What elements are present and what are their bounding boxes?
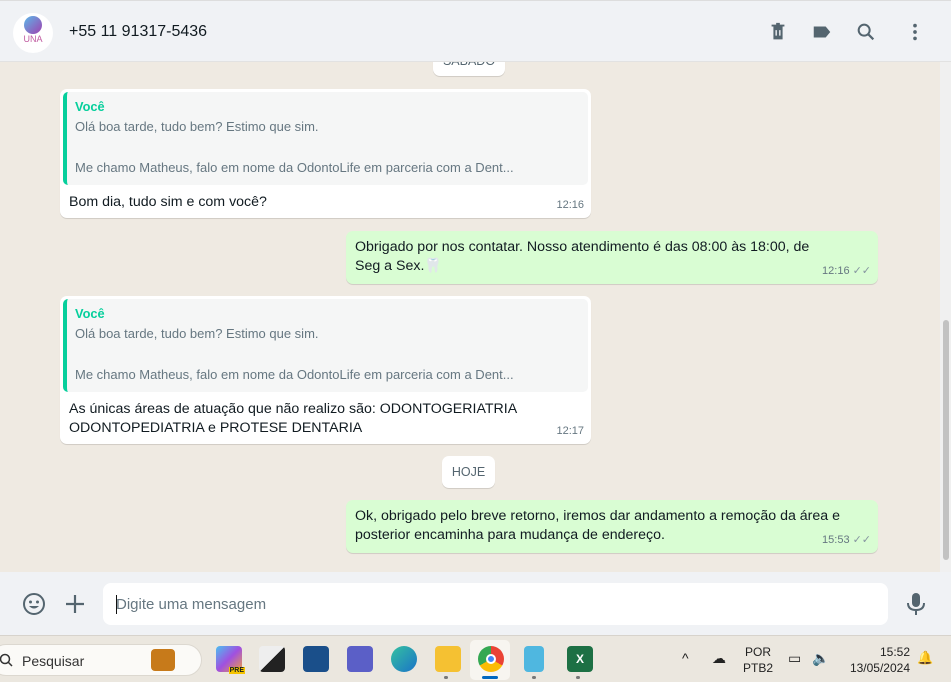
chevron-up-icon[interactable]: ^ <box>682 650 689 666</box>
notification-bell-icon[interactable]: 🔔 <box>917 650 933 666</box>
composer: Digite uma mensagem <box>0 572 951 635</box>
copilot-icon[interactable]: PRE <box>216 646 245 674</box>
double-check-icon: ✓✓ <box>852 534 871 546</box>
day-chip: SÁBADO <box>433 62 505 76</box>
chrome-icon[interactable] <box>478 646 504 672</box>
trash-icon[interactable] <box>767 21 789 43</box>
message-out[interactable]: Obrigado por nos contatar. Nosso atendim… <box>346 231 878 284</box>
edge-icon[interactable] <box>391 646 417 672</box>
language-indicator[interactable]: POR PTB2 <box>743 644 773 676</box>
windows-taskbar: Pesquisar PRE X ^ ☁ POR PTB2 ▭ 🔈 15:52 13/… <box>0 635 951 682</box>
excel-icon[interactable]: X <box>567 646 593 672</box>
menu-icon[interactable] <box>904 21 926 43</box>
emoji-icon[interactable] <box>22 592 46 616</box>
message-input[interactable]: Digite uma mensagem <box>103 583 888 625</box>
message-in[interactable]: Você Olá boa tarde, tudo bem? Estimo que… <box>60 89 591 218</box>
cloud-offline-icon[interactable]: ☁ <box>712 650 726 666</box>
label-icon[interactable] <box>811 21 833 43</box>
task-view-icon[interactable] <box>259 646 285 672</box>
store-icon[interactable] <box>303 646 329 672</box>
double-check-icon: ✓✓ <box>852 265 871 277</box>
message-in[interactable]: Você Olá boa tarde, tudo bem? Estimo que… <box>60 296 591 444</box>
network-icon[interactable]: ▭ <box>788 650 801 666</box>
message-list: SÁBADO Você Olá boa tarde, tudo bem? Est… <box>0 62 940 572</box>
microphone-icon[interactable] <box>905 592 927 616</box>
search-icon <box>0 653 13 667</box>
message-out[interactable]: Ok, obrigado pelo breve retorno, iremos … <box>346 500 878 553</box>
volume-icon[interactable]: 🔈 <box>812 650 829 666</box>
chat-header: UNA +55 11 91317-5436 <box>0 0 951 62</box>
teams-icon[interactable] <box>347 646 373 672</box>
briefcase-icon <box>151 649 175 671</box>
quoted-message[interactable]: Você Olá boa tarde, tudo bem? Estimo que… <box>63 92 588 185</box>
contact-name[interactable]: +55 11 91317-5436 <box>69 23 207 41</box>
search-icon[interactable] <box>855 21 877 43</box>
scrollbar-thumb[interactable] <box>943 320 949 560</box>
taskbar-search[interactable]: Pesquisar <box>0 644 202 676</box>
quoted-message[interactable]: Você Olá boa tarde, tudo bem? Estimo que… <box>63 299 588 392</box>
file-explorer-icon[interactable] <box>435 646 461 672</box>
scrollbar[interactable] <box>940 62 951 572</box>
attach-plus-icon[interactable] <box>64 593 86 615</box>
notepad-icon[interactable] <box>524 646 544 672</box>
day-chip: HOJE <box>442 456 495 488</box>
contact-avatar[interactable]: UNA <box>13 13 53 53</box>
clock[interactable]: 15:52 13/05/2024 <box>842 644 910 676</box>
